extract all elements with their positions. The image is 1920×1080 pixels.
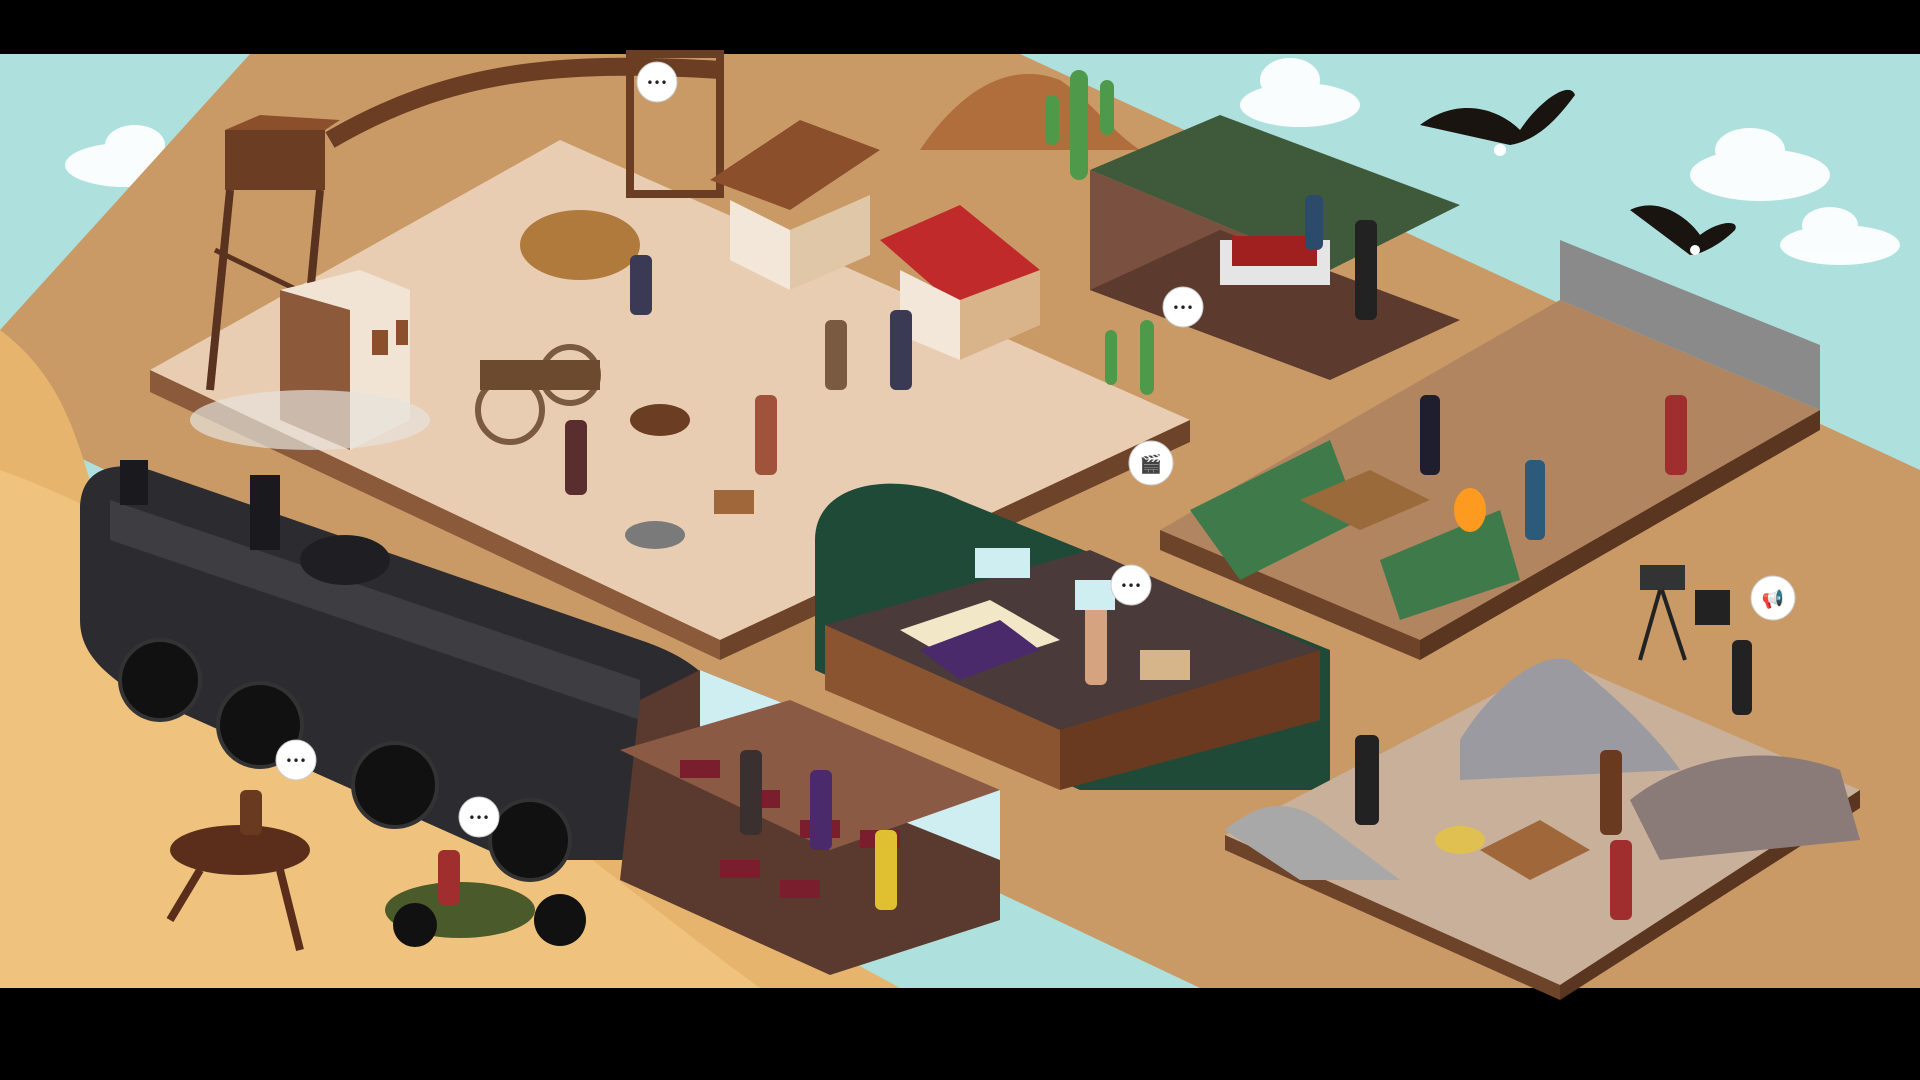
bridge-worker-bubble[interactable]: ••• bbox=[636, 61, 678, 103]
svg-text:•••: ••• bbox=[468, 811, 489, 825]
letterbox-top bbox=[0, 0, 1920, 54]
motorcycle-bubble[interactable]: ••• bbox=[458, 796, 500, 838]
svg-text:•••: ••• bbox=[285, 754, 306, 768]
train-car-bubble[interactable]: ••• bbox=[1110, 564, 1152, 606]
rider-bubble[interactable]: ••• bbox=[275, 739, 317, 781]
svg-text:•••: ••• bbox=[646, 76, 667, 90]
steam-cloud bbox=[190, 390, 430, 450]
campfire bbox=[1454, 488, 1486, 532]
clapper-bubble[interactable]: 🎬 bbox=[1128, 440, 1174, 486]
hay-pile bbox=[520, 210, 640, 280]
megaphone-icon: 📢 bbox=[1762, 588, 1784, 610]
director-bubble[interactable]: 📢 bbox=[1750, 575, 1796, 621]
svg-text:•••: ••• bbox=[1120, 579, 1141, 593]
clapperboard-icon: 🎬 bbox=[1140, 453, 1162, 475]
fire-pit bbox=[625, 521, 685, 549]
svg-text:•••: ••• bbox=[1172, 301, 1193, 315]
western-film-set-scene: ••• ••• 🎬 ••• 📢 ••• ••• bbox=[0, 0, 1920, 1080]
signpost bbox=[714, 490, 754, 514]
letterbox-bottom bbox=[0, 988, 1920, 1080]
cart-horse bbox=[630, 404, 690, 436]
saloon-bubble[interactable]: ••• bbox=[1162, 286, 1204, 328]
